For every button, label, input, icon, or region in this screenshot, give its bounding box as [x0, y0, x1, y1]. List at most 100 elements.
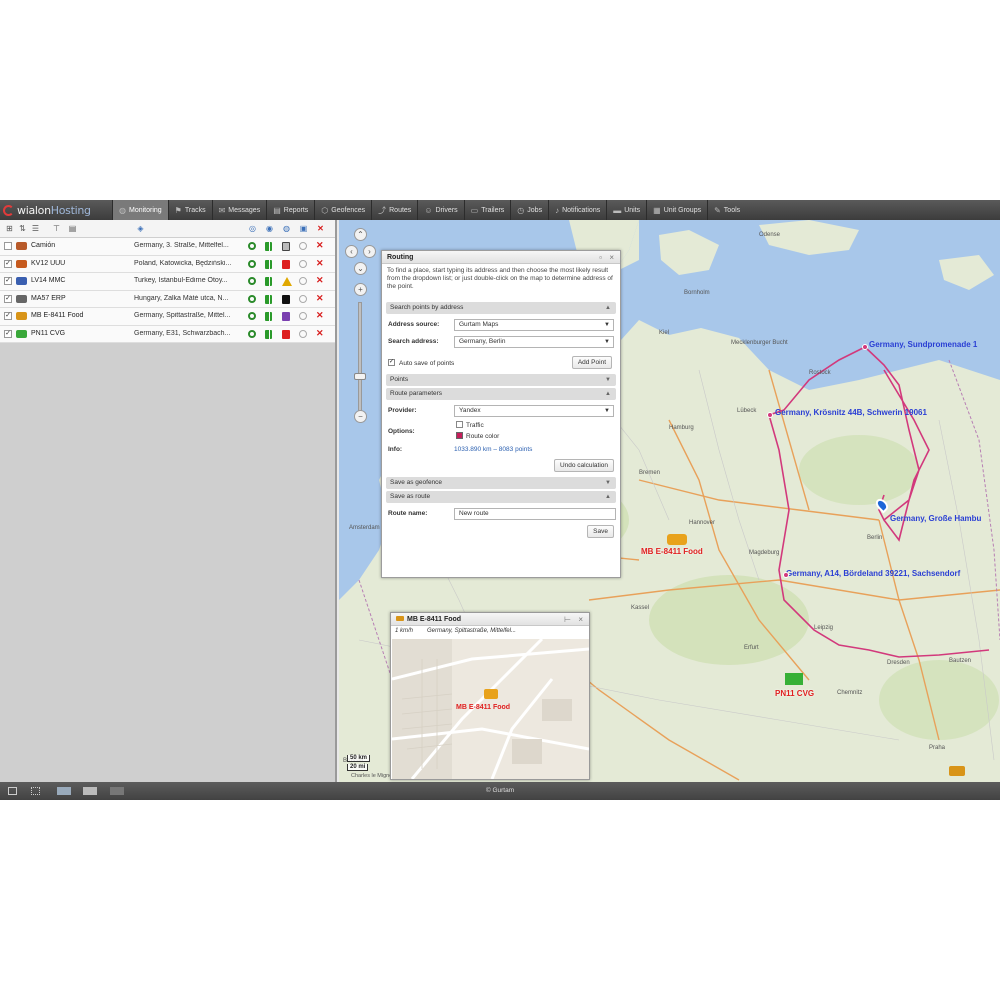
truck-icon[interactable]	[785, 673, 803, 685]
unit-visibility-checkbox[interactable]: ✓	[4, 294, 12, 303]
delete-icon[interactable]: ✕	[316, 258, 324, 269]
undo-calculation-button[interactable]: Undo calculation	[553, 459, 614, 472]
motion-state-icon[interactable]	[265, 277, 272, 286]
auto-save-checkbox[interactable]: ✓	[388, 359, 395, 366]
pan-right-button[interactable]: ›	[363, 245, 376, 258]
filter-icon[interactable]: ⊤	[52, 224, 61, 233]
nav-tab-unit-groups[interactable]: ▦ Unit Groups	[646, 200, 707, 220]
section-points[interactable]: Points ▼	[386, 374, 616, 386]
zoom-in-button[interactable]: +	[354, 283, 367, 296]
unit-visibility-checkbox[interactable]: ✓	[4, 277, 12, 285]
section-save-route[interactable]: Save as route ▲	[386, 491, 616, 503]
unit-name[interactable]: MB E-8411 Food	[31, 312, 83, 319]
unit-name[interactable]: LV14 MMC	[31, 277, 66, 284]
pin-icon[interactable]: ▫	[599, 251, 602, 264]
nav-tab-messages[interactable]: ✉ Messages	[211, 200, 267, 220]
popup-minimap[interactable]: MB E-8411 Food	[392, 639, 589, 779]
unit-map-label[interactable]: MB E-8411 Food	[641, 547, 703, 556]
popup-header[interactable]: MB E-8411 Food ⊢ ×	[391, 613, 589, 626]
unit-visibility-checkbox[interactable]	[4, 242, 12, 250]
pan-up-button[interactable]: ⌃	[354, 228, 367, 241]
connection-status-icon[interactable]	[248, 259, 256, 268]
commands-icon[interactable]	[299, 294, 307, 303]
connection-status-icon[interactable]	[248, 242, 256, 250]
nav-tab-tracks[interactable]: ⚑ Tracks	[167, 200, 212, 220]
unit-name[interactable]: KV12 UUU	[31, 260, 65, 267]
warning-icon[interactable]	[282, 277, 292, 286]
pin-icon[interactable]: ⊢	[564, 613, 571, 626]
list-mode-icon[interactable]: ☰	[31, 224, 40, 233]
motion-column-icon[interactable]: ◉	[265, 224, 274, 233]
search-address-input[interactable]: Germany, Berlin ▼	[454, 336, 614, 348]
address-source-select[interactable]: Gurtam Maps ▼	[454, 319, 614, 331]
zoom-slider-handle[interactable]	[354, 373, 366, 380]
select-all-icon[interactable]: ⊞	[5, 224, 14, 233]
unit-row[interactable]: ✓ MB E-8411 Food Germany, Spittastraße, Mi…	[0, 308, 335, 326]
unit-visibility-checkbox[interactable]: ✓	[4, 312, 12, 320]
add-point-button[interactable]: Add Point	[571, 356, 612, 369]
unit-row[interactable]: ✓ PN11 CVG Germany, E31, Schwarzbach... ✕	[0, 325, 335, 343]
unit-row[interactable]: Camión Germany, 3. Straße, Mittelfel... ✕	[0, 238, 335, 256]
close-icon[interactable]: ×	[578, 613, 583, 626]
nav-tab-routes[interactable]: ⤴ Routes	[371, 200, 417, 220]
sensor-state-icon[interactable]	[282, 329, 290, 339]
connection-status-icon[interactable]	[248, 294, 256, 303]
sensor-column-icon[interactable]: ◍	[282, 224, 291, 233]
nav-tab-trailers[interactable]: ▭ Trailers	[463, 200, 511, 220]
connection-status-icon[interactable]	[248, 329, 256, 338]
car-icon[interactable]	[484, 689, 498, 699]
unit-visibility-checkbox[interactable]: ✓	[4, 329, 12, 338]
nav-tab-drivers[interactable]: ☺ Drivers	[417, 200, 463, 220]
unit-row[interactable]: ✓ MA57 ERP Hungary, Zalka Máté utca, N... ✕	[0, 290, 335, 308]
pan-left-button[interactable]: ‹	[345, 245, 358, 258]
commands-icon[interactable]	[299, 329, 307, 338]
motion-state-icon[interactable]	[265, 312, 272, 321]
sensor-state-icon[interactable]	[282, 259, 290, 269]
unit-name[interactable]: PN11 CVG	[31, 330, 65, 337]
nav-tab-notifications[interactable]: ♪ Notifications	[548, 200, 606, 220]
sensor-state-icon[interactable]	[282, 312, 290, 321]
route-point-marker[interactable]	[862, 344, 868, 350]
unit-row[interactable]: ✓ LV14 MMC Turkey, İstanbul-Edirne Otoy...…	[0, 273, 335, 291]
zoom-out-button[interactable]: −	[354, 410, 367, 423]
motion-state-icon[interactable]	[265, 329, 272, 339]
section-search-points[interactable]: Search points by address ▲	[386, 302, 616, 314]
motion-state-icon[interactable]	[265, 259, 272, 269]
route-point-marker[interactable]	[767, 412, 773, 418]
motion-state-icon[interactable]	[265, 242, 272, 251]
car-icon[interactable]	[949, 766, 965, 776]
route-point-label[interactable]: Germany, Sundpromenade 1	[869, 340, 977, 349]
route-color-swatch[interactable]	[456, 432, 463, 439]
unit-name[interactable]: MA57 ERP	[31, 295, 66, 302]
route-point-marker[interactable]	[783, 572, 789, 578]
route-name-input[interactable]: New route	[454, 508, 616, 520]
save-button[interactable]: Save	[587, 525, 614, 538]
nav-tab-tools[interactable]: ✎ Tools	[707, 200, 746, 220]
commands-icon[interactable]	[299, 312, 307, 320]
unit-name[interactable]: Camión	[31, 242, 55, 249]
nav-tab-reports[interactable]: ▤ Reports	[266, 200, 314, 220]
delete-icon[interactable]: ✕	[316, 310, 324, 321]
route-point-label[interactable]: Germany, Große Hambu	[890, 514, 981, 523]
nav-tab-units[interactable]: ▬ Units	[606, 200, 646, 220]
delete-icon[interactable]: ✕	[316, 328, 324, 339]
group-icon[interactable]: ▤	[68, 224, 77, 233]
commands-column-icon[interactable]: ▣	[299, 224, 308, 233]
routing-panel-header[interactable]: Routing ▫ ×	[382, 251, 620, 264]
sensor-state-icon[interactable]	[282, 294, 290, 304]
nav-tab-geofences[interactable]: ⬡ Geofences	[314, 200, 371, 220]
commands-icon[interactable]	[299, 259, 307, 268]
section-route-parameters[interactable]: Route parameters ▲	[386, 388, 616, 400]
route-point-label[interactable]: Germany, Krösnitz 44B, Schwerin 19061	[775, 408, 927, 417]
connection-status-icon[interactable]	[248, 312, 256, 320]
connection-status-icon[interactable]	[248, 277, 256, 285]
unit-visibility-checkbox[interactable]: ✓	[4, 259, 12, 268]
connection-column-icon[interactable]: ◎	[248, 224, 257, 233]
unit-row[interactable]: ✓ KV12 UUU Poland, Katowicka, Będziński...…	[0, 255, 335, 273]
provider-select[interactable]: Yandex ▼	[454, 405, 614, 417]
zoom-slider[interactable]	[354, 302, 366, 412]
sensor-state-icon[interactable]	[282, 242, 290, 251]
route-point-label[interactable]: Germany, A14, Bördeland 39221, Sachsendo…	[786, 569, 960, 578]
delete-icon[interactable]: ✕	[316, 275, 324, 286]
traffic-checkbox[interactable]	[456, 421, 463, 428]
